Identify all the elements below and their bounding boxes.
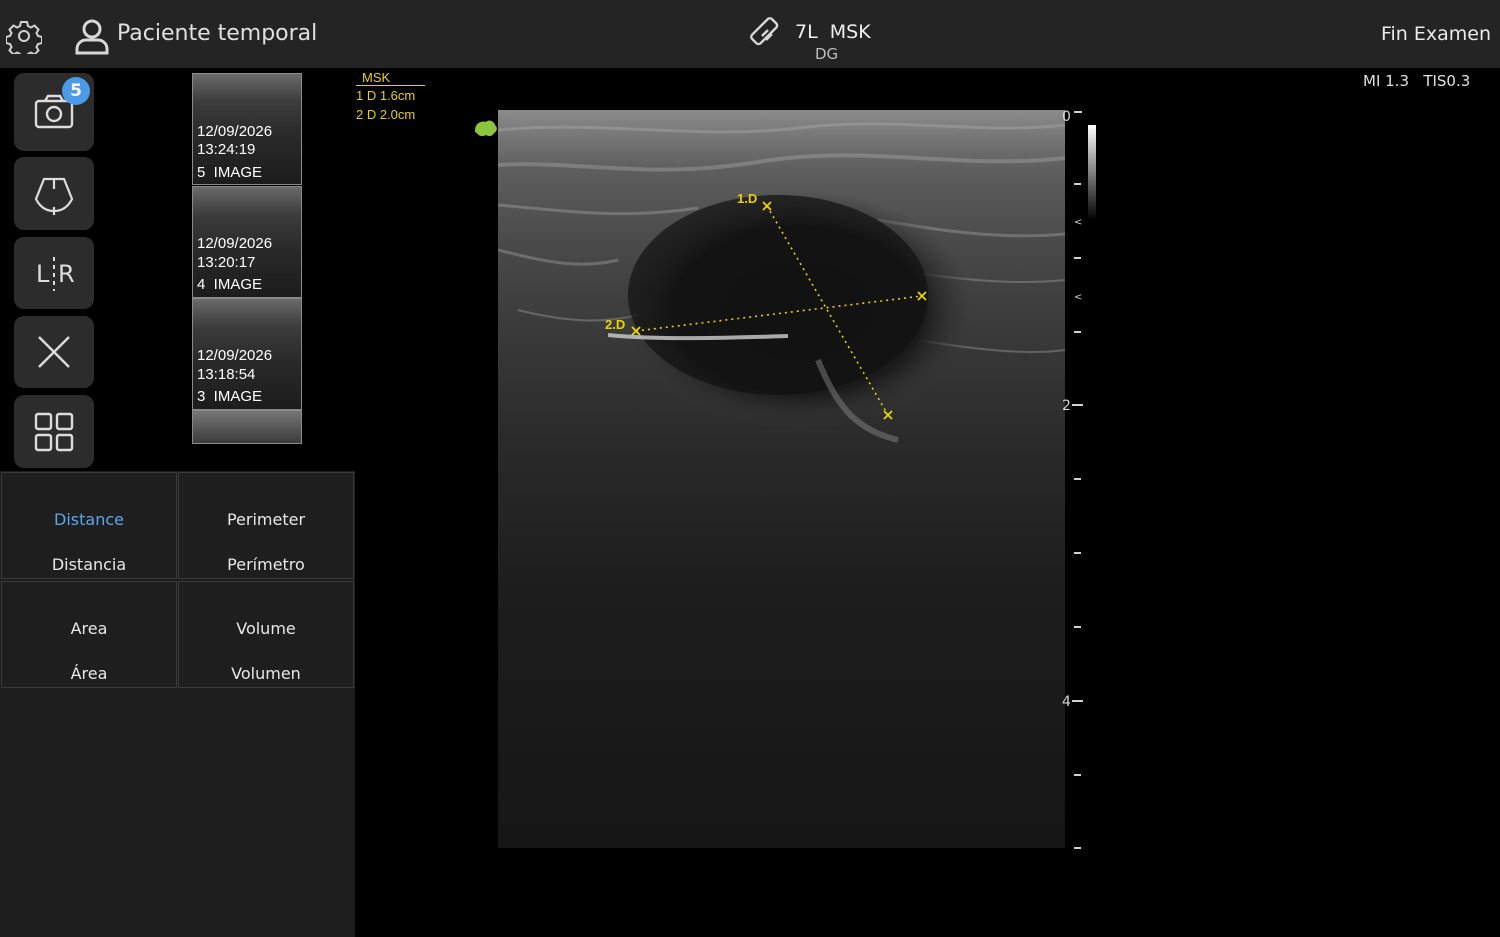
clear-button[interactable] — [14, 316, 94, 388]
end-exam-button[interactable]: Fin Examen — [1381, 23, 1491, 45]
close-icon — [38, 336, 70, 368]
left-right-flip-button[interactable]: L R — [14, 237, 94, 309]
tool-label-en: Volume — [236, 619, 296, 638]
thumbnail-time: 13:20:17 — [197, 254, 256, 271]
measurement-result-2: 2 D 2.0cm — [356, 107, 416, 122]
perimeter-tool-button[interactable]: Perimeter Perímetro — [178, 472, 354, 579]
patient-name[interactable]: Paciente temporal — [117, 21, 317, 46]
image-thumbnail[interactable]: 12/09/2026 13:18:54 3 IMAGE — [192, 298, 302, 410]
image-thumbnail[interactable] — [192, 410, 302, 444]
measurement-preset: MSK — [356, 70, 425, 86]
probe-view-button[interactable] — [14, 157, 94, 230]
tool-label-en: Distance — [54, 510, 124, 529]
svg-text:R: R — [58, 260, 75, 288]
tool-label-en: Perimeter — [226, 510, 306, 529]
image-thumbnail[interactable]: 12/09/2026 13:24:19 5 IMAGE — [192, 73, 302, 185]
tool-label-es: Perímetro — [227, 555, 305, 574]
layout-grid-button[interactable] — [14, 395, 94, 468]
area-tool-button[interactable]: Area Área — [1, 581, 177, 688]
thumbnail-time: 13:24:19 — [197, 141, 256, 158]
distance-tool-button[interactable]: Distance Distancia — [1, 472, 177, 579]
tool-label-es: Volumen — [231, 664, 301, 683]
probe-icon[interactable] — [748, 14, 786, 52]
svg-text:L: L — [36, 260, 50, 288]
acoustic-indices: MI 1.3 TIS0.3 — [1363, 72, 1470, 90]
thumbnail-label: 4 IMAGE — [197, 276, 263, 293]
measurement-results: MSK 1 D 1.6cm 2 D 2.0cm — [356, 70, 425, 124]
left-right-flip-icon: L R — [36, 257, 75, 291]
depth-scale: < < 0 2 4 — [1062, 109, 1083, 849]
thumbnail-date: 12/09/2026 — [197, 123, 273, 140]
tool-label-en: Area — [70, 619, 108, 638]
grid-icon — [34, 412, 74, 452]
ultrasound-sector-icon — [34, 177, 74, 215]
probe-label[interactable]: 7L MSK — [795, 21, 871, 43]
volume-tool-button[interactable]: Volume Volumen — [178, 581, 354, 688]
settings-gear-icon[interactable] — [6, 18, 42, 54]
top-bar: Paciente temporal 7L MSK DG Fin Examen — [0, 0, 1500, 68]
image-count-badge: 5 — [62, 77, 90, 105]
thumbnail-time: 13:18:54 — [197, 366, 256, 383]
caliper-label-1: 1.D — [737, 191, 757, 206]
depth-label-4: 4 — [1062, 694, 1071, 710]
thumbnail-date: 12/09/2026 — [197, 235, 273, 252]
mi-index: MI 1.3 — [1363, 72, 1409, 90]
orientation-marker-icon — [475, 120, 497, 137]
thumbnail-label: 5 IMAGE — [197, 164, 263, 181]
measurement-tool-panel: Distance Distancia Perimeter Perímetro A… — [0, 471, 355, 937]
patient-icon[interactable] — [74, 18, 110, 56]
tool-label-es: Distancia — [51, 555, 127, 574]
depth-label-0: 0 — [1062, 109, 1071, 125]
svg-text:<: < — [1074, 292, 1082, 303]
measurement-result-1: 1 D 1.6cm — [356, 88, 416, 103]
svg-text:<: < — [1074, 217, 1082, 228]
caliper-label-2: 2.D — [605, 317, 625, 332]
ultrasound-image[interactable]: 1.D 2.D — [498, 110, 1065, 848]
preset-label[interactable]: DG — [815, 45, 838, 63]
thumbnail-date: 12/09/2026 — [197, 347, 273, 364]
depth-label-2: 2 — [1062, 398, 1071, 414]
tool-label-es: Área — [70, 664, 108, 683]
image-thumbnail[interactable]: 12/09/2026 13:20:17 4 IMAGE — [192, 186, 302, 298]
thumbnail-label: 3 IMAGE — [197, 388, 263, 405]
tis-index: TIS0.3 — [1423, 72, 1471, 90]
